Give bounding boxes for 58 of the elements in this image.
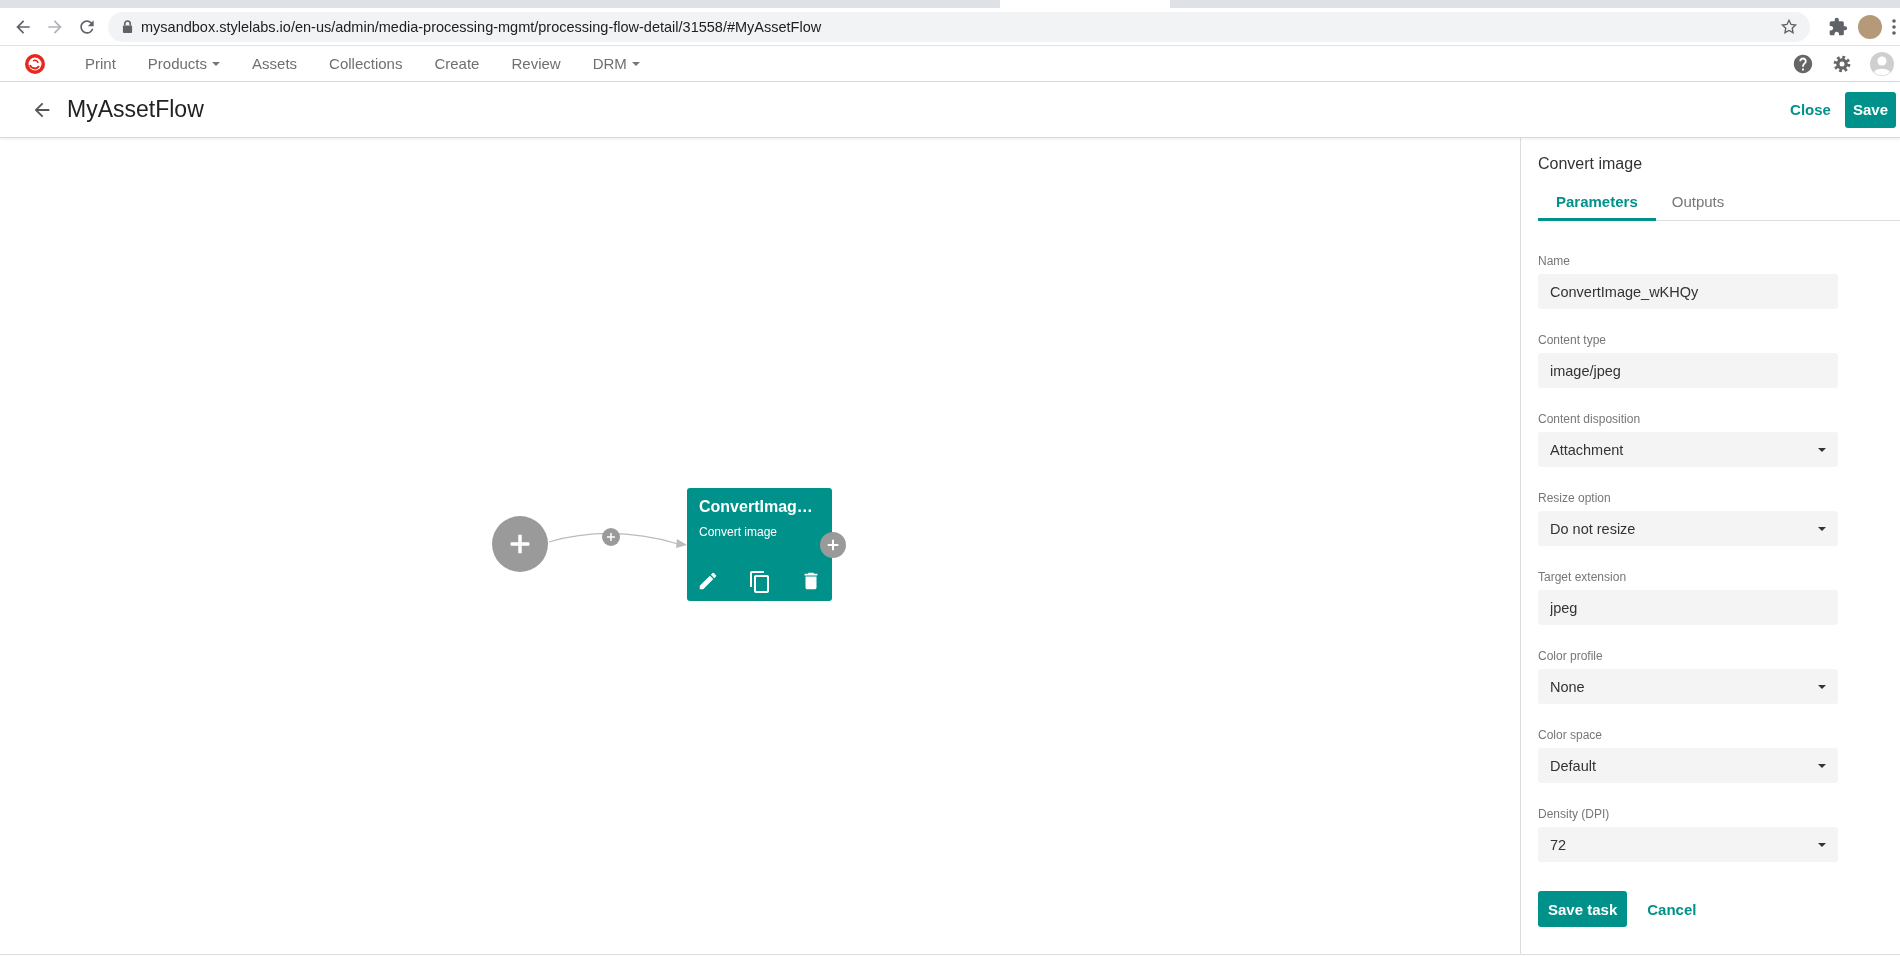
pencil-icon[interactable] bbox=[697, 570, 719, 592]
text-field[interactable]: ConvertImage_wKHQy bbox=[1538, 274, 1838, 309]
caret-icon bbox=[212, 61, 221, 66]
node-subtitle: Convert image bbox=[699, 525, 778, 539]
tab[interactable]: Outputs bbox=[1655, 185, 1741, 221]
field-label: Content disposition bbox=[1538, 412, 1641, 426]
puzzle-icon[interactable] bbox=[1828, 16, 1848, 37]
insert-step-button[interactable] bbox=[602, 528, 620, 546]
caret-icon bbox=[1818, 842, 1826, 847]
profile-avatar[interactable] bbox=[1858, 14, 1882, 39]
copy-icon[interactable] bbox=[747, 570, 772, 594]
page-title: MyAssetFlow bbox=[67, 96, 205, 123]
nav-menu[interactable]: Products bbox=[131, 55, 237, 72]
tab[interactable]: Parameters bbox=[1538, 185, 1656, 221]
caret-icon bbox=[1818, 526, 1826, 531]
task-node[interactable]: ConvertImag… Convert image bbox=[687, 488, 832, 601]
dropdown-field[interactable]: Default bbox=[1538, 748, 1838, 783]
nav-link[interactable]: Create bbox=[418, 55, 496, 72]
star-icon[interactable] bbox=[1780, 17, 1798, 36]
dropdown-field[interactable]: Attachment bbox=[1538, 432, 1838, 467]
field-label: Color profile bbox=[1538, 649, 1603, 663]
field-label: Target extension bbox=[1538, 570, 1627, 584]
dropdown-field[interactable]: None bbox=[1538, 669, 1838, 704]
caret-icon bbox=[1818, 763, 1826, 768]
text-field[interactable]: jpeg bbox=[1538, 590, 1838, 625]
address-bar[interactable]: mysandbox.stylelabs.io/en-us/admin/media-processing-mgmt/processing-flow-detail/31558/#MyAssetFlow bbox=[108, 11, 1810, 42]
caret-icon bbox=[1818, 684, 1826, 689]
nav-link[interactable]: Assets bbox=[236, 55, 314, 72]
add-step-button[interactable] bbox=[492, 516, 548, 572]
nav-link[interactable]: Collections bbox=[313, 55, 419, 72]
field-label: Content type bbox=[1538, 333, 1607, 347]
nav-link[interactable]: Print bbox=[69, 55, 132, 72]
node-title: ConvertImag… bbox=[699, 498, 813, 516]
plus-icon bbox=[605, 531, 617, 543]
save-button[interactable]: Save bbox=[1844, 91, 1896, 128]
field-label: Resize option bbox=[1538, 491, 1611, 505]
panel-title: Convert image bbox=[1538, 155, 1643, 173]
close-link[interactable]: Close bbox=[1790, 101, 1831, 118]
caret-icon bbox=[1818, 447, 1826, 452]
plus-icon bbox=[825, 537, 841, 553]
text-field[interactable]: image/jpeg bbox=[1538, 353, 1838, 388]
field-label: Color space bbox=[1538, 728, 1603, 742]
add-output-button[interactable] bbox=[820, 532, 846, 558]
dropdown-field[interactable]: 72 bbox=[1538, 827, 1838, 862]
help-icon[interactable] bbox=[1792, 52, 1814, 75]
nav-menu[interactable]: DRM bbox=[576, 55, 656, 72]
more-menu-icon[interactable] bbox=[1892, 18, 1896, 35]
logo-icon[interactable] bbox=[23, 51, 47, 76]
nav-link[interactable]: Review bbox=[495, 55, 577, 72]
url-text: mysandbox.stylelabs.io/en-us/admin/media-processing-mgmt/processing-flow-detail/31558/#MyAssetFlow bbox=[141, 18, 823, 35]
field-label: Name bbox=[1538, 254, 1570, 268]
save-task-button[interactable]: Save task bbox=[1538, 891, 1628, 927]
dropdown-field[interactable]: Do not resize bbox=[1538, 511, 1838, 546]
lock-icon bbox=[122, 20, 133, 33]
field-label: Density (DPI) bbox=[1538, 807, 1610, 821]
caret-icon bbox=[631, 61, 640, 66]
settings-icon[interactable] bbox=[1832, 53, 1852, 74]
cancel-link[interactable]: Cancel bbox=[1647, 900, 1697, 918]
